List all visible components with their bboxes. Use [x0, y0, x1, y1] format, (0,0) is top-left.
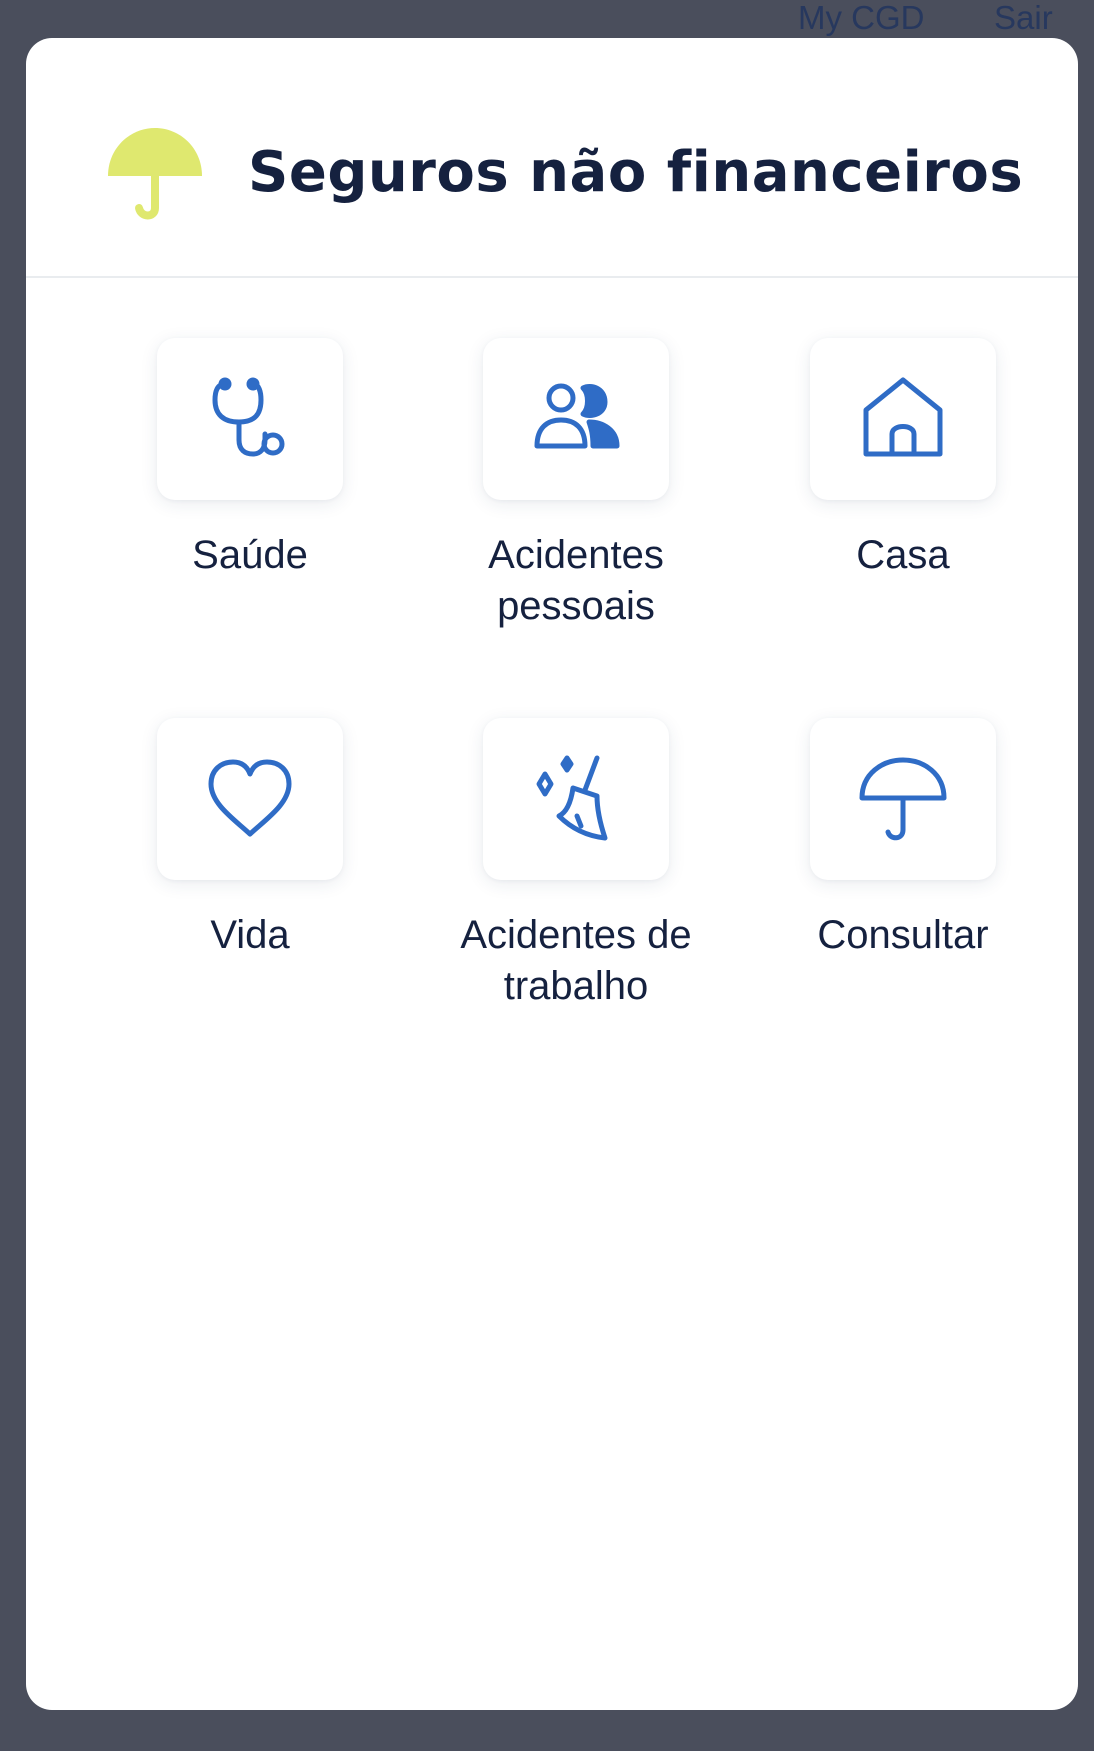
logout-link[interactable]: Sair: [994, 0, 1053, 38]
stethoscope-icon: [212, 377, 285, 457]
option-label: Vida: [210, 913, 290, 957]
option-card[interactable]: [157, 718, 343, 880]
option-casa[interactable]: Casa: [773, 338, 1033, 581]
top-nav: My CGD Sair: [0, 0, 1094, 40]
option-vida[interactable]: Vida: [120, 718, 380, 961]
my-cgd-link[interactable]: My CGD: [798, 0, 925, 38]
page-title: Seguros não financeiros: [248, 140, 1024, 205]
option-label: Consultar: [817, 913, 989, 957]
heart-icon: [208, 759, 292, 837]
umbrella-icon: [108, 128, 202, 220]
option-acidentes-trabalho[interactable]: Acidentes de trabalho: [446, 718, 706, 1012]
people-icon: [534, 383, 620, 449]
insurance-sheet: Seguros não financeiros Saúde Acidentes …: [26, 38, 1078, 1710]
option-card[interactable]: [810, 718, 996, 880]
option-saude[interactable]: Saúde: [120, 338, 380, 581]
option-label: Acidentes de trabalho: [460, 913, 692, 1008]
house-icon: [863, 377, 943, 457]
broom-icon: [536, 755, 608, 841]
option-label: Saúde: [192, 533, 308, 577]
option-label: Casa: [856, 533, 950, 577]
umbrella-icon: [859, 757, 947, 841]
option-consultar[interactable]: Consultar: [773, 718, 1033, 961]
option-label: Acidentes pessoais: [488, 533, 664, 628]
option-card[interactable]: [157, 338, 343, 500]
option-card[interactable]: [483, 718, 669, 880]
option-card[interactable]: [483, 338, 669, 500]
option-acidentes-pessoais[interactable]: Acidentes pessoais: [446, 338, 706, 632]
sheet-header: Seguros não financeiros: [26, 38, 1078, 278]
option-card[interactable]: [810, 338, 996, 500]
